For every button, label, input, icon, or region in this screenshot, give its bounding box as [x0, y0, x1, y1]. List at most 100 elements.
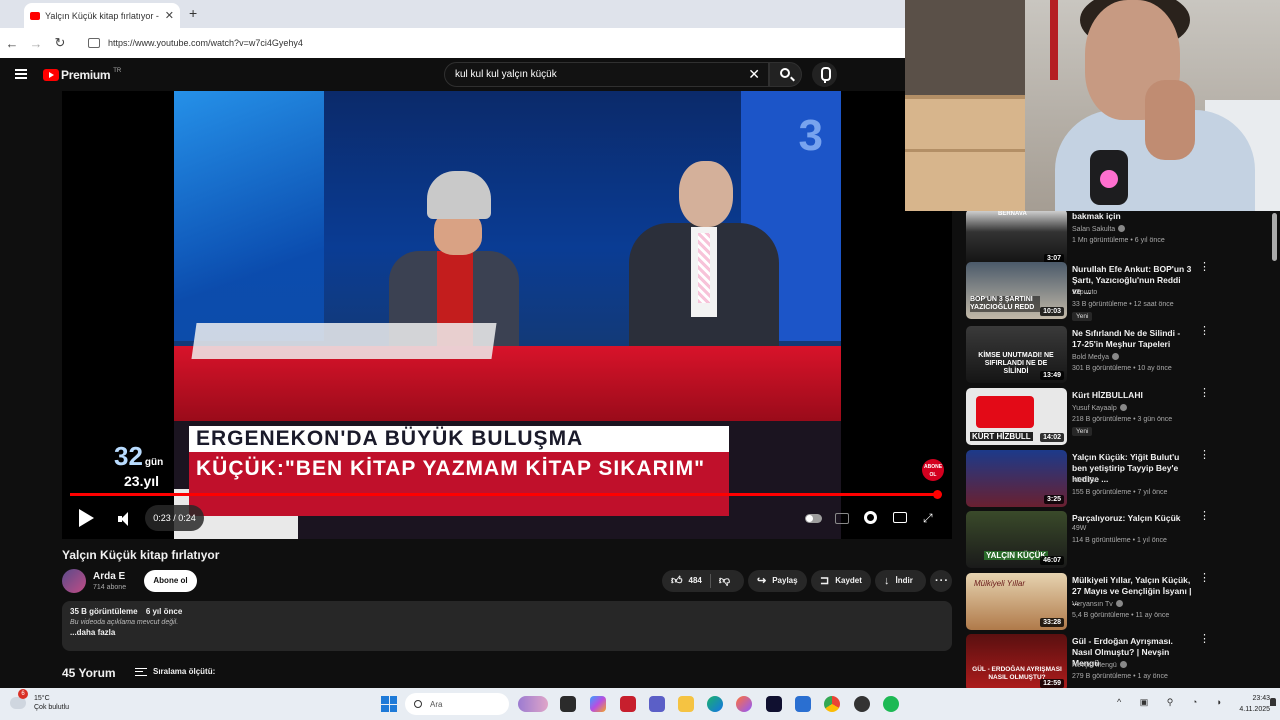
progress-bar[interactable] — [70, 493, 937, 496]
terminal-icon[interactable] — [766, 696, 782, 712]
sort-button[interactable]: Sıralama ölçütü: — [135, 667, 215, 676]
more-options-icon[interactable]: ⋮ — [1199, 511, 1210, 522]
recommendation-title[interactable]: Ne Sıfırlandı Ne de Silindi - 17-25'in M… — [1072, 328, 1192, 350]
video-thumbnail[interactable]: 3:25 — [966, 450, 1067, 507]
spotify-icon[interactable] — [883, 696, 899, 712]
recommendation-channel[interactable]: Bold Medya — [1072, 353, 1119, 361]
description-box[interactable]: 35 B görüntüleme 6 yıl önce Bu videoda a… — [62, 601, 952, 651]
list-item[interactable]: Mülkiyeli Yıllar 33:28 Mülkiyeli Yıllar,… — [966, 573, 1216, 631]
site-info-icon[interactable] — [88, 38, 100, 48]
forward-icon[interactable]: → — [24, 36, 48, 51]
like-icon[interactable]: 👍︎ — [671, 570, 683, 592]
video-thumbnail[interactable]: BOP'UN 3 ŞARTINI YAZICIOĞLU REDD 10:03 — [966, 262, 1067, 319]
video-thumbnail[interactable]: KÜRT HİZBULL 14:02 — [966, 388, 1067, 445]
file-explorer-icon[interactable] — [678, 696, 694, 712]
browser-tab[interactable]: Yalçın Küçük kitap fırlatıyor - Yo ✕ — [24, 3, 180, 28]
windows-start-icon[interactable] — [381, 696, 397, 712]
recommendation-channel[interactable]: Salan Sakulta — [1072, 225, 1126, 233]
progress-scrubber[interactable] — [933, 490, 942, 499]
teams-icon[interactable] — [649, 696, 665, 712]
duration-badge: 33:28 — [1040, 618, 1064, 627]
show-more-link[interactable]: ...daha fazla — [70, 628, 944, 637]
save-button[interactable]: ⊐ Kaydet — [811, 570, 871, 592]
video-thumbnail[interactable]: GÜL - ERDOĞAN AYRIŞMASI NASIL OLMUŞTU? 1… — [966, 634, 1067, 688]
fullscreen-icon[interactable]: ⤢ — [923, 512, 935, 524]
more-actions-button[interactable]: ··· — [930, 570, 952, 592]
dislike-icon[interactable]: 👎︎ — [719, 570, 730, 592]
chrome-icon[interactable] — [824, 696, 840, 712]
clock[interactable]: 23:43 4.11.2025 — [1228, 693, 1270, 715]
recommendation-channel[interactable]: KRT TV — [1072, 477, 1097, 484]
play-icon[interactable] — [79, 509, 94, 527]
more-options-icon[interactable]: ⋮ — [1199, 326, 1210, 337]
duration-badge: 10:03 — [1040, 307, 1064, 316]
recommendation-title[interactable]: bakmak için — [1072, 211, 1192, 222]
recommendation-title[interactable]: Parçalıyoruz: Yalçın Küçük — [1072, 513, 1192, 524]
video-thumbnail[interactable]: Mülkiyeli Yıllar 33:28 — [966, 573, 1067, 630]
guest-hat — [427, 171, 491, 219]
close-tab-icon[interactable]: ✕ — [165, 9, 174, 22]
search-button[interactable] — [769, 62, 802, 87]
recommendation-channel[interactable]: Yusuf Kayaalp — [1072, 404, 1127, 412]
list-item[interactable]: KÜRT HİZBULL 14:02 Kürt HİZBULLAHI Yusuf… — [966, 388, 1216, 446]
recommendation-title[interactable]: Kürt HİZBULLAHI — [1072, 390, 1192, 401]
channel-avatar[interactable] — [62, 569, 86, 593]
share-button[interactable]: ↪ Paylaş — [748, 570, 807, 592]
back-icon[interactable]: ← — [0, 36, 24, 51]
menu-icon[interactable] — [15, 69, 27, 79]
pdf-app-icon[interactable] — [620, 696, 636, 712]
list-item[interactable]: YALÇIN KÜÇÜK 46:07 Parçalıyoruz: Yalçın … — [966, 511, 1216, 569]
notification-bell-icon[interactable] — [1270, 698, 1276, 706]
reload-icon[interactable]: ↻ — [48, 35, 72, 51]
list-item[interactable]: 3:25 Yalçın Küçük: Yiğit Bulut'u ben yet… — [966, 450, 1216, 508]
player-controls: 0:23 / 0:24 ⤢ — [62, 501, 952, 539]
more-options-icon[interactable]: ⋮ — [1199, 262, 1210, 273]
list-item[interactable]: KİMSE UNUTMADI! NE SIFIRLANDI NE DE SİLİ… — [966, 326, 1216, 384]
new-tab-icon[interactable]: + — [189, 5, 197, 21]
download-button[interactable]: ↓ İndir — [875, 570, 926, 592]
github-icon[interactable] — [854, 696, 870, 712]
autoplay-toggle[interactable] — [805, 514, 822, 523]
edge-icon[interactable] — [707, 696, 723, 712]
search-input[interactable]: kul kul kul yalçın küçük ✕ — [444, 62, 769, 87]
weather-widget[interactable]: 6 15°C Çok bulutlu — [10, 689, 69, 712]
more-options-icon[interactable]: ⋮ — [1199, 388, 1210, 399]
list-item[interactable]: BOP'UN 3 ŞARTINI YAZICIOĞLU REDD 10:03 N… — [966, 262, 1216, 321]
more-options-icon[interactable]: ⋮ — [1199, 573, 1210, 584]
voice-search-icon[interactable] — [812, 62, 837, 87]
volume-icon[interactable] — [118, 512, 132, 526]
task-view-icon[interactable] — [560, 696, 576, 712]
system-tray[interactable]: ^ ▣ ⚲ ◔ ◑ — [1117, 697, 1229, 708]
subscribe-button[interactable]: Abone ol — [144, 570, 197, 592]
recommendation-channel[interactable]: 12punto — [1072, 289, 1097, 296]
taskbar-search[interactable]: Ara — [405, 693, 509, 715]
video-thumbnail[interactable]: YALÇIN KÜÇÜK 46:07 — [966, 511, 1067, 568]
copilot-icon[interactable] — [590, 696, 606, 712]
theater-mode-icon[interactable] — [893, 512, 907, 523]
list-item[interactable]: BERNAVA 3:07 bakmak için Salan Sakulta 1… — [966, 211, 1216, 267]
subtitles-icon[interactable] — [835, 513, 849, 524]
firefox-icon[interactable] — [736, 696, 752, 712]
year-label: 23.yıl — [124, 473, 160, 489]
video-thumbnail[interactable]: KİMSE UNUTMADI! NE SIFIRLANDI NE DE SİLİ… — [966, 326, 1067, 383]
like-count[interactable]: 484 — [689, 570, 702, 592]
recommendation-channel[interactable]: Nevşin Mengü — [1072, 661, 1127, 669]
more-options-icon[interactable]: ⋮ — [1199, 634, 1210, 645]
more-options-icon[interactable]: ⋮ — [1199, 450, 1210, 461]
scrollbar-thumb[interactable] — [1272, 213, 1277, 261]
list-item[interactable]: GÜL - ERDOĞAN AYRIŞMASI NASIL OLMUŞTU? 1… — [966, 634, 1216, 688]
video-thumbnail[interactable]: BERNAVA 3:07 — [966, 211, 1067, 266]
recommendation-channel[interactable]: 49W — [1072, 525, 1086, 532]
outlook-icon[interactable] — [795, 696, 811, 712]
subscribe-watermark[interactable]: ABONE OL — [922, 459, 944, 481]
channel-name[interactable]: Arda E — [93, 571, 125, 582]
search-highlight-icon[interactable] — [518, 696, 548, 712]
recommendation-meta: 155 B görüntüleme • 7 yıl önce — [1072, 489, 1168, 496]
clear-search-icon[interactable]: ✕ — [748, 66, 760, 83]
description-meta: 35 B görüntüleme 6 yıl önce — [70, 607, 944, 616]
youtube-logo[interactable]: Premium TR — [43, 68, 121, 82]
recommendation-channel[interactable]: Veryansın Tv — [1072, 600, 1123, 608]
video-player[interactable]: 3 32 gün 23.yıl ERGENEKON'DA BÜYÜK BULUŞ… — [62, 91, 952, 539]
address-bar[interactable]: https://www.youtube.com/watch?v=w7ci4Gye… — [82, 32, 902, 54]
settings-gear-icon[interactable] — [864, 511, 877, 524]
